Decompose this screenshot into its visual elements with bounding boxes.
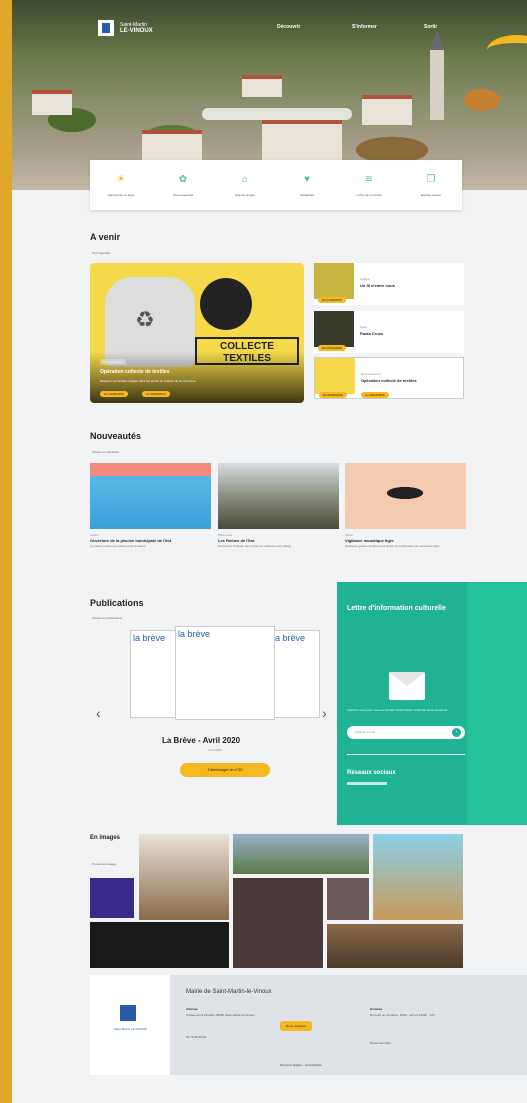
download-button[interactable]: Télécharger le n°20 <box>180 763 270 777</box>
gallery-image[interactable] <box>373 834 463 920</box>
swoosh-decoration <box>487 35 527 65</box>
news-image <box>90 463 211 529</box>
gallery-image[interactable] <box>90 922 229 968</box>
footer: Saint-Martin LE-VINOUX Mairie de Saint-M… <box>90 975 527 1075</box>
people-icon: ✿ <box>178 174 188 185</box>
social-icons[interactable] <box>347 782 387 785</box>
event-card[interactable]: Environnement Opération collecte de text… <box>314 357 464 399</box>
nav-discover[interactable]: Découvrir <box>277 24 300 30</box>
logo-icon <box>120 1005 136 1021</box>
news-card[interactable]: Santé Vigilance moustique tigre Quelques… <box>345 463 466 548</box>
quick-link-1[interactable]: ☀ Démarches en ligne <box>90 160 152 210</box>
footer-title: Mairie de Saint-Martin-le-Vinoux <box>186 989 272 995</box>
featured-event-card[interactable]: COLLECTE TEXTILES Environnement Opératio… <box>90 263 304 403</box>
page-frame: Saint-Martin LE-VINOUX Découvrir S'infor… <box>12 0 527 1103</box>
sun-icon: ☀ <box>116 174 126 185</box>
featured-desc: Déposez vos textiles usagés dans les poi… <box>100 379 196 383</box>
info-circle <box>200 278 252 330</box>
search-input[interactable] <box>202 108 352 120</box>
event-card[interactable]: Culture Un fil d'entre nous Du 01/04/202… <box>314 263 464 305</box>
quick-link-3[interactable]: ⌂ Grands projets <box>214 160 276 210</box>
site-logo[interactable]: Saint-Martin LE-VINOUX <box>98 20 153 36</box>
quick-links-bar: ☀ Démarches en ligne ✿ Vivre ensemble ⌂ … <box>90 160 462 210</box>
agenda-all-link[interactable]: Tout l'agenda <box>92 251 110 255</box>
church-tower <box>430 30 444 120</box>
house <box>362 95 412 125</box>
footer-more-link[interactable]: Toutes les infos <box>370 1041 450 1045</box>
news-card[interactable]: Patrimoine Les Ruines de l'Ilot Découvre… <box>218 463 339 548</box>
gallery-image[interactable] <box>327 924 463 968</box>
footer-links[interactable]: Mentions légales · Accessibilité <box>280 1063 322 1067</box>
newsletter-title: Lettre d'information culturelle <box>347 605 446 612</box>
magazine-cover: la brève <box>270 630 320 718</box>
gallery-image[interactable] <box>233 834 369 874</box>
quick-link-2[interactable]: ✿ Vivre ensemble <box>152 160 214 210</box>
carousel-prev-button[interactable]: ‹ <box>96 705 101 721</box>
footer-phone: 04 76 85 90 00 <box>186 1035 207 1039</box>
gallery-title: En images <box>90 835 121 841</box>
house <box>142 130 202 160</box>
submit-arrow-icon[interactable]: › <box>452 728 461 737</box>
carousel-next-button[interactable]: › <box>322 705 327 721</box>
gallery-image[interactable] <box>327 878 369 920</box>
quick-link-6[interactable]: ❐ Espace culture <box>400 160 462 210</box>
event-thumb <box>314 263 354 299</box>
publication-title: La Brève - Avril 2020 <box>162 736 241 745</box>
news-image <box>218 463 339 529</box>
social-title: Réseaux sociaux <box>347 770 396 776</box>
newsletter-email-input[interactable]: Adresse e-mail › <box>347 726 465 739</box>
news-all-link[interactable]: Toutes les actualités <box>92 450 119 454</box>
featured-date-start: Du 02/04/2020 <box>100 391 128 397</box>
house <box>32 90 72 115</box>
envelope-icon <box>389 672 425 700</box>
news-image <box>345 463 466 529</box>
wifi-icon: ≋ <box>364 174 374 185</box>
footer-logo: Saint-Martin LE-VINOUX <box>90 975 170 1075</box>
newsletter-desc: Inscrivez-vous pour recevoir la lettre d… <box>347 708 448 712</box>
building-icon: ⌂ <box>241 174 249 185</box>
house <box>242 75 282 97</box>
quick-link-4[interactable]: ♥ Solidarités <box>276 160 338 210</box>
event-thumb <box>314 311 354 347</box>
logo-name-text: LE-VINOUX <box>120 28 153 34</box>
publications-title: Publications <box>90 598 144 608</box>
nav-inform[interactable]: S'informer <box>352 24 377 30</box>
newsletter-panel: Lettre d'information culturelle Inscrive… <box>337 582 527 825</box>
news-title: Nouveautés <box>90 431 142 441</box>
book-icon: ❐ <box>426 174 436 185</box>
quick-link-5[interactable]: ≋ L'offre de proximité <box>338 160 400 210</box>
magazine-cover-main[interactable]: la brève <box>175 626 275 720</box>
nav-go-out[interactable]: Sortir <box>424 24 437 30</box>
contact-button[interactable]: Nous contacter <box>280 1021 313 1031</box>
gallery-all-link[interactable]: Toutes les images <box>92 862 132 866</box>
featured-tag: Environnement <box>100 359 127 365</box>
magazine-cover: la brève <box>130 630 180 718</box>
agenda-title: A venir <box>90 232 121 242</box>
featured-date-end: Au 30/04/2020 <box>142 391 170 397</box>
logo-icon <box>98 20 114 36</box>
gallery-image[interactable] <box>139 834 229 920</box>
gallery-image[interactable] <box>90 878 134 918</box>
publication-date: Avril 2020 <box>208 748 222 752</box>
event-card[interactable]: Sport Pasta Cross Du 05/04/2020 <box>314 311 464 353</box>
publications-all-link[interactable]: Toutes les publications <box>92 616 122 620</box>
featured-title: Opération collecte de textiles <box>100 369 170 375</box>
heart-icon: ♥ <box>304 174 310 185</box>
event-thumb <box>315 358 355 394</box>
news-card[interactable]: Loisirs Ouverture de la piscine municipa… <box>90 463 211 548</box>
footer-hours: Horaires Du lundi au vendredi : 8h30 - 1… <box>370 1007 435 1017</box>
gallery-image[interactable] <box>233 878 323 968</box>
footer-address: Adresse 5 place de la Pirotière 38950 Sa… <box>186 1007 255 1017</box>
house <box>262 120 342 160</box>
